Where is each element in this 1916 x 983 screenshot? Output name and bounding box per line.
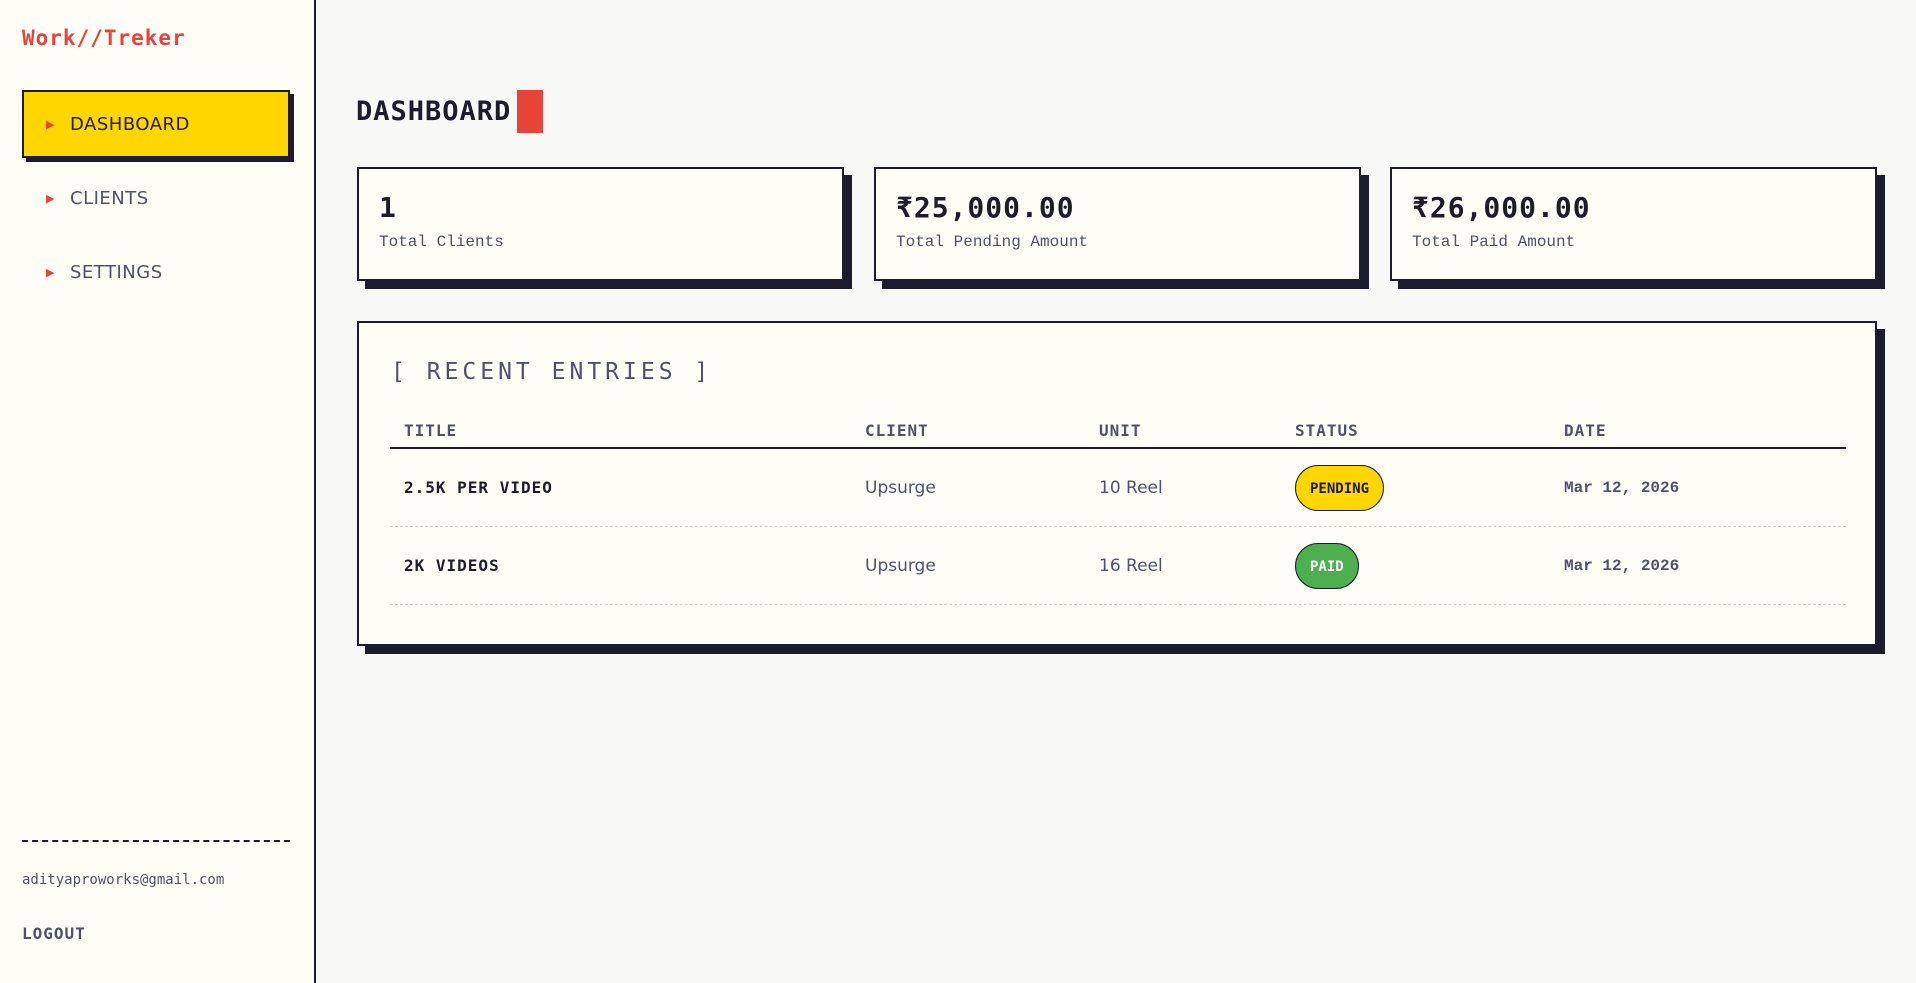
page-title-text: DASHBOARD <box>356 96 512 127</box>
entry-title: 2K VIDEOS <box>404 556 500 575</box>
stat-value: ₹25,000.00 <box>896 191 1075 224</box>
column-header-unit: UNIT <box>1099 420 1142 440</box>
stat-card-total-clients: 1 Total Clients <box>357 167 844 281</box>
table-row[interactable]: 2K VIDEOS Upsurge 16 Reel PAID Mar 12, 2… <box>390 527 1846 605</box>
sidebar-divider <box>22 840 290 842</box>
entry-unit: 16 Reel <box>1099 555 1163 576</box>
logout-button[interactable]: LOGOUT <box>22 924 86 943</box>
stat-value: ₹26,000.00 <box>1412 191 1591 224</box>
brand-logo[interactable]: Work//Treker <box>22 26 186 50</box>
sidebar-item-clients[interactable]: ▶ CLIENTS <box>22 164 290 232</box>
table-header: TITLE CLIENT UNIT STATUS DATE <box>390 413 1846 449</box>
stat-label: Total Pending Amount <box>896 233 1089 251</box>
triangle-right-icon: ▶ <box>46 192 55 205</box>
column-header-date: DATE <box>1564 420 1607 440</box>
page-title: DASHBOARD <box>356 90 544 133</box>
sidebar-nav: ▶ DASHBOARD ▶ CLIENTS ▶ SETTINGS <box>22 90 290 312</box>
entry-status-cell: PAID <box>1281 542 1550 589</box>
entry-date: Mar 12, 2026 <box>1564 478 1680 497</box>
recent-entries-heading: [ RECENT ENTRIES ] <box>391 359 713 385</box>
entry-status-cell: PENDING <box>1281 464 1550 511</box>
stat-label: Total Paid Amount <box>1412 233 1576 251</box>
entry-date: Mar 12, 2026 <box>1564 556 1680 575</box>
table-row[interactable]: 2.5K PER VIDEO Upsurge 10 Reel PENDING M… <box>390 449 1846 527</box>
triangle-right-icon: ▶ <box>46 118 55 131</box>
column-header-title: TITLE <box>404 420 458 440</box>
entry-client: Upsurge <box>865 477 936 498</box>
stat-card-total-paid: ₹26,000.00 Total Paid Amount <box>1390 167 1877 281</box>
entry-unit: 10 Reel <box>1099 477 1163 498</box>
column-header-status: STATUS <box>1295 420 1359 440</box>
entry-client: Upsurge <box>865 555 936 576</box>
sidebar-item-label: CLIENTS <box>70 187 149 209</box>
entry-title: 2.5K PER VIDEO <box>404 478 553 497</box>
stat-card-total-pending: ₹25,000.00 Total Pending Amount <box>874 167 1361 281</box>
sidebar: Work//Treker ▶ DASHBOARD ▶ CLIENTS ▶ SET… <box>0 0 316 983</box>
sidebar-item-settings[interactable]: ▶ SETTINGS <box>22 238 290 306</box>
triangle-right-icon: ▶ <box>46 266 55 279</box>
column-header-client: CLIENT <box>865 420 929 440</box>
sidebar-item-label: DASHBOARD <box>70 113 190 135</box>
sidebar-item-dashboard[interactable]: ▶ DASHBOARD <box>22 90 290 158</box>
stat-label: Total Clients <box>379 233 504 251</box>
status-badge: PENDING <box>1295 464 1385 511</box>
status-badge: PAID <box>1295 542 1359 589</box>
user-email: adityaproworks@gmail.com <box>22 872 225 888</box>
cursor-block <box>517 90 544 133</box>
recent-entries-panel: [ RECENT ENTRIES ] TITLE CLIENT UNIT STA… <box>357 321 1877 646</box>
sidebar-item-label: SETTINGS <box>70 261 163 283</box>
stat-value: 1 <box>379 191 397 224</box>
entries-table: TITLE CLIENT UNIT STATUS DATE 2.5K PER V… <box>390 413 1846 605</box>
